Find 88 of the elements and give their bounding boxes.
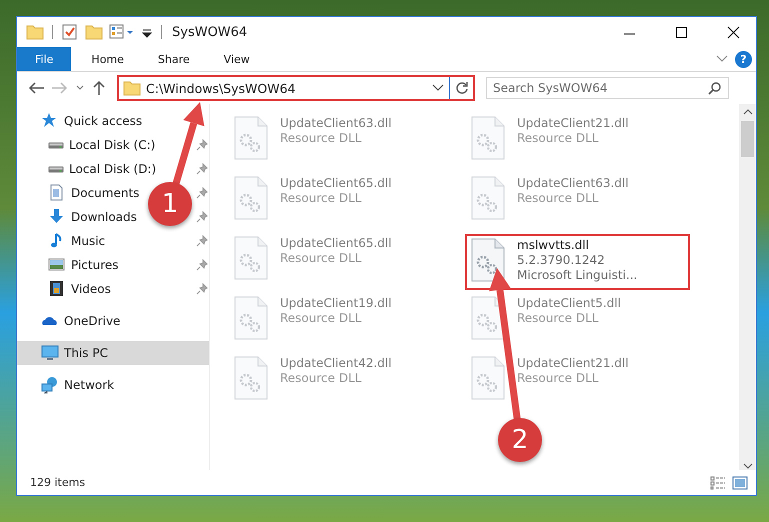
film-icon [48, 280, 66, 298]
file-name: UpdateClient5.dll [517, 296, 621, 310]
sidebar-item[interactable]: Music [17, 229, 106, 253]
file-name: mslwvtts.dll [517, 238, 590, 252]
pin-icon[interactable] [196, 187, 208, 199]
window-title: SysWOW64 [172, 24, 248, 40]
pin-icon[interactable] [196, 139, 208, 151]
file-item[interactable]: UpdateClient65.dll Resource DLL [228, 234, 453, 290]
scroll-up-icon[interactable] [742, 108, 752, 116]
file-detail: Microsoft Linguisti... [517, 268, 638, 282]
file-detail: Resource DLL [280, 311, 362, 325]
sidebar-item[interactable]: Documents [17, 181, 140, 205]
address-path: C:\Windows\SysWOW64 [146, 80, 296, 96]
file-item[interactable]: UpdateClient42.dll Resource DLL [228, 354, 453, 410]
dll-file-icon [234, 356, 268, 400]
file-name: UpdateClient19.dll [280, 296, 392, 310]
pin-icon[interactable] [196, 259, 208, 271]
scroll-thumb[interactable] [741, 121, 754, 157]
close-icon[interactable] [724, 24, 742, 40]
dll-file-icon [471, 176, 505, 220]
pin-icon[interactable] [196, 283, 208, 295]
help-button[interactable]: ? [735, 50, 752, 68]
search-icon[interactable] [708, 81, 722, 95]
file-detail: Resource DLL [280, 371, 362, 385]
pin-icon[interactable] [196, 163, 208, 175]
file-detail: Resource DLL [517, 191, 600, 205]
file-name: UpdateClient65.dll [280, 176, 392, 190]
file-detail: Resource DLL [280, 131, 362, 145]
dll-file-icon [471, 238, 505, 282]
file-detail: Resource DLL [517, 131, 600, 145]
address-field[interactable]: C:\Windows\SysWOW64 [117, 75, 475, 101]
file-item[interactable]: mslwvtts.dll 5.2.3790.1242 Microsoft Linguisti... [465, 234, 690, 290]
dll-file-icon [471, 116, 505, 160]
file-detail: Resource DLL [280, 191, 362, 205]
dll-file-icon [234, 296, 268, 340]
dll-file-icon [234, 116, 268, 160]
file-item[interactable]: UpdateClient63.dll Resource DLL [465, 174, 690, 230]
sidebar-item[interactable]: Quick access [17, 109, 142, 133]
file-name: UpdateClient65.dll [280, 236, 392, 250]
sidebar-item[interactable]: Videos [17, 277, 111, 301]
dll-file-icon [234, 236, 268, 280]
file-item[interactable]: UpdateClient63.dll Resource DLL [228, 114, 453, 170]
file-name: UpdateClient21.dll [517, 356, 629, 370]
item-count: 129 items [30, 476, 86, 489]
file-detail: Resource DLL [280, 251, 362, 265]
sidebar-item[interactable]: Downloads [17, 205, 137, 229]
search-field[interactable]: Search SysWOW64 [486, 77, 729, 99]
refresh-icon[interactable] [455, 81, 469, 95]
pin-icon[interactable] [196, 235, 208, 247]
file-name: UpdateClient21.dll [517, 116, 629, 130]
drive-icon [48, 142, 64, 148]
dropdown-caret-icon[interactable] [432, 83, 444, 93]
properties-icon[interactable] [109, 23, 135, 41]
ribbon-tab[interactable]: File [17, 47, 72, 71]
dll-file-icon [234, 176, 268, 220]
sidebar-item[interactable]: Network [17, 373, 114, 397]
monitor-icon [41, 344, 59, 362]
folder-icon [26, 23, 44, 41]
dll-file-icon [471, 356, 505, 400]
chevron-down-icon[interactable] [715, 54, 729, 64]
file-name: UpdateClient63.dll [517, 176, 629, 190]
network-icon [41, 376, 59, 394]
file-item[interactable]: UpdateClient65.dll Resource DLL [228, 174, 453, 230]
sidebar-item[interactable]: Local Disk (C:) [17, 133, 156, 157]
drive-icon [48, 166, 64, 172]
scrollbar[interactable] [739, 104, 756, 470]
file-detail: Resource DLL [517, 371, 600, 385]
file-item[interactable]: UpdateClient19.dll Resource DLL [228, 294, 453, 350]
file-item[interactable]: UpdateClient5.dll Resource DLL [465, 294, 690, 350]
folder-icon [123, 79, 141, 97]
thumbnail-view-icon[interactable] [732, 476, 748, 490]
scroll-down-icon[interactable] [742, 462, 752, 470]
up-arrow-icon[interactable] [91, 80, 107, 96]
file-name: UpdateClient42.dll [280, 356, 392, 370]
back-arrow-icon[interactable] [27, 80, 45, 96]
file-detail: 5.2.3790.1242 [517, 253, 606, 267]
dll-file-icon [471, 296, 505, 340]
sidebar-item[interactable]: OneDrive [17, 309, 120, 333]
file-item[interactable]: UpdateClient21.dll Resource DLL [465, 114, 690, 170]
file-name: UpdateClient63.dll [280, 116, 392, 130]
sidebar-item[interactable]: This PC [17, 341, 209, 365]
details-view-icon[interactable] [710, 476, 726, 490]
file-detail: Resource DLL [517, 311, 600, 325]
file-item[interactable]: UpdateClient21.dll Resource DLL [465, 354, 690, 410]
checklist-icon[interactable] [61, 23, 79, 41]
pin-icon[interactable] [196, 211, 208, 223]
sidebar-item[interactable]: Pictures [17, 253, 119, 277]
sidebar-item[interactable]: Local Disk (D:) [17, 157, 156, 181]
